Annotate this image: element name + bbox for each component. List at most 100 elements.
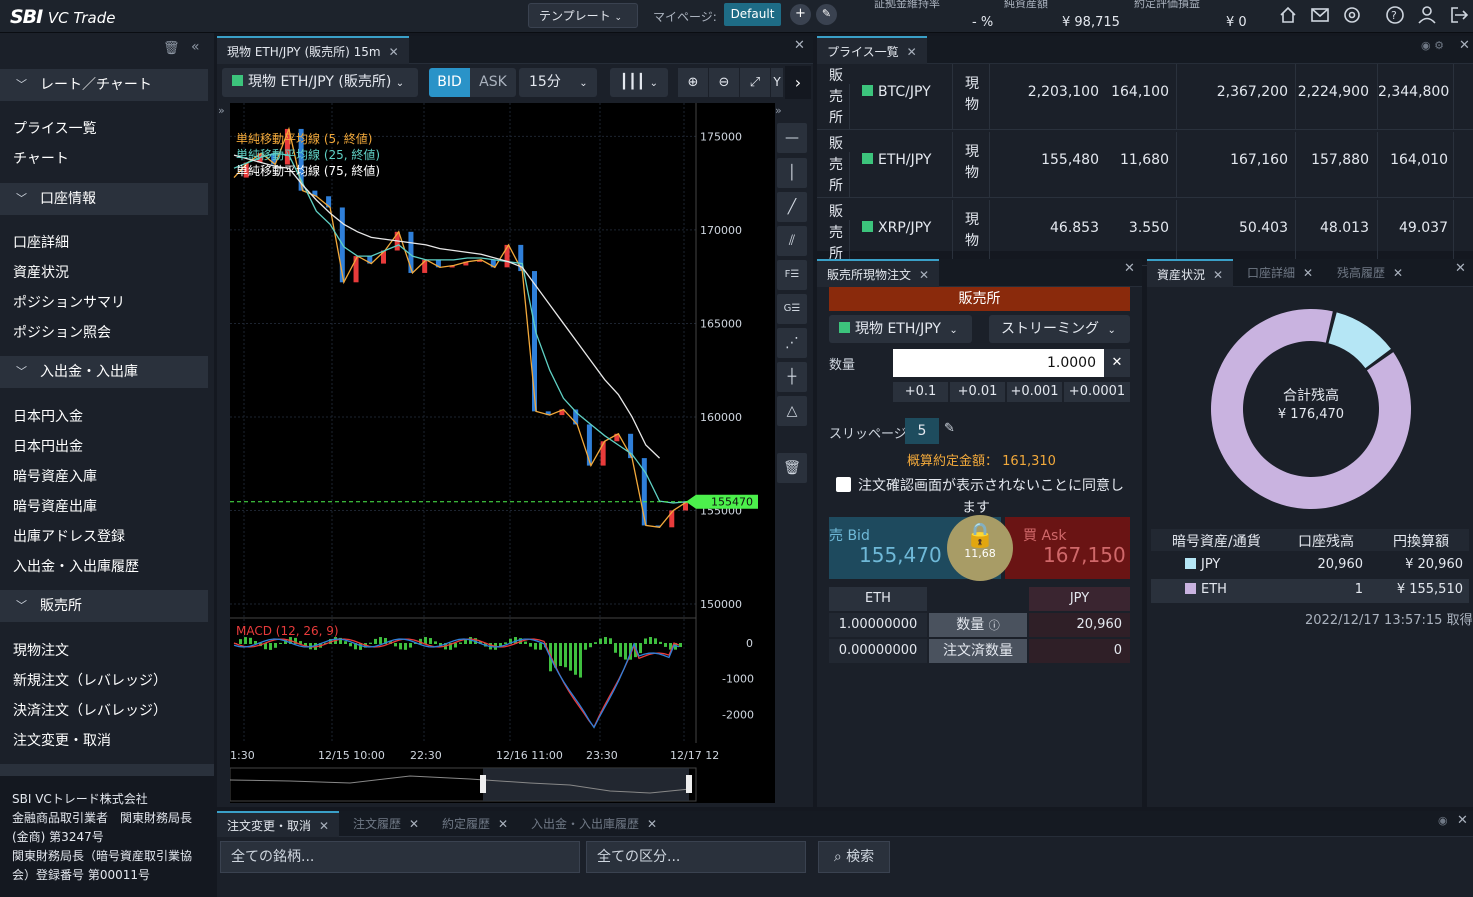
sidebar-item-position-summary[interactable]: ポジションサマリ [13,292,125,312]
sidebar-item-crypto-withdraw[interactable]: 暗号資産出庫 [13,496,97,516]
macd-bar [614,643,617,653]
price-row[interactable]: 販売所 XRP/JPY 現物 46.853 3.550 50.403 48.01… [817,200,1473,266]
symbol-dropdown[interactable]: 現物 ETH/JPY (販売所) ⌄ [222,68,418,97]
expand-right-icon[interactable]: » [775,104,782,117]
tab-account-detail[interactable]: 口座詳細 ✕ [1237,259,1323,287]
slippage-input[interactable]: 5 [905,418,939,444]
eye-icon[interactable]: ◉ ⚙ [1421,39,1444,52]
close-icon[interactable]: ✕ [1459,38,1470,53]
sidebar-item-jpy-deposit[interactable]: 日本円入金 [13,406,83,426]
inc-button[interactable]: +0.001 [1007,382,1062,402]
sidebar-item-history[interactable]: 入出金・入出庫履歴 [13,556,139,576]
ask-toggle[interactable]: ASK [470,68,516,97]
edit-icon[interactable]: ✎ [944,421,955,436]
tab-order-modify[interactable]: 注文変更・取消 ✕ [217,811,340,837]
order-symbol-dropdown[interactable]: 現物 ETH/JPY ⌄ [829,315,972,343]
legend-sma75: 単純移動平均線 (75, 終値) [236,164,381,178]
qty-input[interactable]: 1.0000 [893,349,1104,377]
chart-panel: 現物 ETH/JPY (販売所) 15m ✕ ✕ 現物 ETH/JPY (販売所)… [217,36,813,807]
info-icon: ⓘ [988,619,1000,632]
search-button[interactable]: ⌕ 検索 [818,841,890,873]
close-icon[interactable]: ✕ [1457,813,1468,828]
tab-assets[interactable]: 資産状況 ✕ [1147,259,1234,287]
tab-chart[interactable]: 現物 ETH/JPY (販売所) 15m ✕ [217,36,409,64]
section-rate-chart[interactable]: ﹀ レート／チャート [0,69,208,101]
collapse-icon[interactable]: « [191,39,200,55]
asset-row[interactable]: JPY 20,960 ¥ 20,960 [1151,554,1469,578]
clear-qty-icon[interactable]: ✕ [1104,349,1130,377]
section-exchange[interactable]: ﹀ 販売所 [0,590,208,622]
navigator-handle[interactable] [480,775,486,793]
sidebar-item-chart[interactable]: チャート [13,148,69,168]
next-arrow-icon[interactable]: › [785,66,811,99]
sidebar-item-position-inquiry[interactable]: ポジション照会 [13,322,111,342]
bid-toggle[interactable]: BID [429,68,470,97]
inc-button[interactable]: +0.01 [950,382,1005,402]
section-deposit[interactable]: ﹀ 入出金・入出庫 [0,356,208,388]
tab-deposit-history[interactable]: 入出金・入出庫履歴 ✕ [521,811,667,837]
interval-dropdown[interactable]: 15分 ⌄ [519,68,597,97]
sidebar-item-modify-cancel[interactable]: 注文変更・取消 [13,730,111,750]
edit-icon[interactable]: ✎ [816,4,837,25]
asset-row[interactable]: ETH 1 ¥ 155,510 [1151,579,1469,603]
lock-button[interactable]: 🔒 11,68 [947,515,1013,581]
price-chart[interactable]: 1750001700001650001600001550001500001:30… [230,103,775,803]
sidebar-item-close-leverage[interactable]: 決済注文（レバレッジ） [13,700,167,720]
price-row[interactable]: 販売所 ETH/JPY 現物 155,480 11,680 167,160 15… [817,132,1473,198]
section-account[interactable]: ﹀ 口座情報 [0,183,208,215]
close-icon[interactable]: ✕ [1455,261,1466,276]
tab-balance-history[interactable]: 残高履歴 ✕ [1327,259,1413,287]
fit-icon[interactable]: ⤢ [740,68,770,97]
zoom-in-icon[interactable]: ⊕ [678,68,708,97]
macd-bar [399,643,402,650]
order-mode-dropdown[interactable]: ストリーミング ⌄ [989,315,1130,343]
triangle-tool[interactable]: △ [777,396,807,426]
macd-bar [504,642,507,644]
sidebar-item-account-detail[interactable]: 口座詳細 [13,232,69,252]
gann-tool[interactable]: G☰ [777,294,807,324]
sidebar-item-spot-order[interactable]: 現物注文 [13,640,69,660]
trend-line-tool[interactable]: ╱ [777,192,807,222]
tab-spot-order[interactable]: 販売所現物注文 ✕ [817,259,940,287]
inc-button[interactable]: +0.1 [893,382,948,402]
mypage-label: マイページ: [653,10,717,24]
tab-execution-history[interactable]: 約定履歴 ✕ [432,811,518,837]
vertical-line-tool[interactable]: │ [777,158,807,188]
sidebar-item-crypto-deposit[interactable]: 暗号資産入庫 [13,466,97,486]
navigator-handle[interactable] [686,775,692,793]
navigator-window[interactable] [483,768,689,801]
expand-left-icon[interactable]: » [218,104,225,117]
zoom-out-icon[interactable]: ⊖ [709,68,739,97]
agree-checkbox[interactable] [836,477,851,492]
tab-price-list[interactable]: プライス一覧 ✕ [817,36,927,64]
category-filter[interactable]: 全ての区分... [586,841,806,873]
macd-bar [434,641,437,644]
template-dropdown[interactable]: テンプレート ⌄ [528,3,638,28]
crosshair-tool[interactable]: ┼ [777,362,807,392]
sidebar-item-assets[interactable]: 資産状況 [13,262,69,282]
parallel-line-tool[interactable]: ⫽ [777,226,807,256]
inc-button[interactable]: +0.0001 [1064,382,1130,402]
mypage-layout-button[interactable]: Default [724,3,781,26]
sidebar-item-price-list[interactable]: プライス一覧 [13,118,97,138]
y-icon[interactable]: Y [771,68,783,97]
channel-tool[interactable]: ⋰ [777,328,807,358]
trash-icon[interactable]: 🗑 [163,41,180,56]
fibonacci-tool[interactable]: F☰ [777,260,807,290]
horizontal-line-tool[interactable]: — [777,123,807,153]
tab-order-history[interactable]: 注文履歴 ✕ [343,811,429,837]
sidebar-item-address[interactable]: 出庫アドレス登録 [13,526,125,546]
trash-icon[interactable]: 🗑 [777,453,807,483]
buy-button[interactable]: 買 Ask 167,150 [1005,517,1130,579]
eye-icon[interactable]: ◉ [1438,814,1448,827]
close-icon[interactable]: ✕ [794,38,805,53]
sidebar-item-jpy-withdraw[interactable]: 日本円出金 [13,436,83,456]
sidebar-item-new-leverage[interactable]: 新規注文（レバレッジ） [13,670,167,690]
close-icon[interactable]: ✕ [1124,261,1135,276]
symbol-filter[interactable]: 全ての銘柄... [220,841,580,873]
add-icon[interactable]: + [790,4,811,25]
chevron-down-icon: ﹀ [16,78,27,91]
chart-type-dropdown[interactable]: ┃┃┃ ⌄ [610,68,668,97]
price-row[interactable]: 販売所 BTC/JPY 現物 2,203,100 164,100 2,367,2… [817,64,1473,130]
chevron-down-icon: ﹀ [16,192,27,205]
